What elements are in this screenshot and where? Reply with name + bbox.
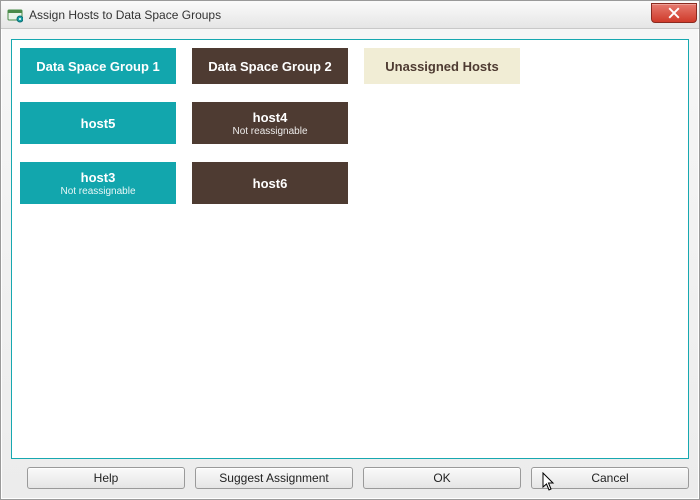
host-tile[interactable]: host6 (192, 162, 348, 204)
assignment-board: Data Space Group 1 host5 host3 Not reass… (11, 39, 689, 459)
host-name: host3 (81, 170, 116, 185)
close-icon (668, 7, 680, 19)
column-header: Data Space Group 2 (192, 48, 348, 84)
column-header: Unassigned Hosts (364, 48, 520, 84)
suggest-assignment-button[interactable]: Suggest Assignment (195, 467, 353, 489)
column-header: Data Space Group 1 (20, 48, 176, 84)
host-name: host6 (253, 176, 288, 191)
host-tile[interactable]: host4 Not reassignable (192, 102, 348, 144)
ok-button[interactable]: OK (363, 467, 521, 489)
column-unassigned[interactable]: Unassigned Hosts (364, 48, 520, 450)
content: Data Space Group 1 host5 host3 Not reass… (1, 29, 699, 499)
host-subtext: Not reassignable (60, 186, 135, 197)
host-subtext: Not reassignable (232, 126, 307, 137)
button-row: Help Suggest Assignment OK Cancel (11, 459, 689, 495)
window: Assign Hosts to Data Space Groups Data S… (0, 0, 700, 500)
window-title: Assign Hosts to Data Space Groups (29, 8, 651, 22)
titlebar: Assign Hosts to Data Space Groups (1, 1, 699, 29)
host-name: host4 (253, 110, 288, 125)
help-button[interactable]: Help (27, 467, 185, 489)
cancel-button[interactable]: Cancel (531, 467, 689, 489)
host-name: host5 (81, 116, 116, 131)
column-group-1[interactable]: Data Space Group 1 host5 host3 Not reass… (20, 48, 176, 450)
host-tile[interactable]: host3 Not reassignable (20, 162, 176, 204)
close-button[interactable] (651, 3, 697, 23)
host-tile[interactable]: host5 (20, 102, 176, 144)
app-icon (7, 7, 23, 23)
column-group-2[interactable]: Data Space Group 2 host4 Not reassignabl… (192, 48, 348, 450)
